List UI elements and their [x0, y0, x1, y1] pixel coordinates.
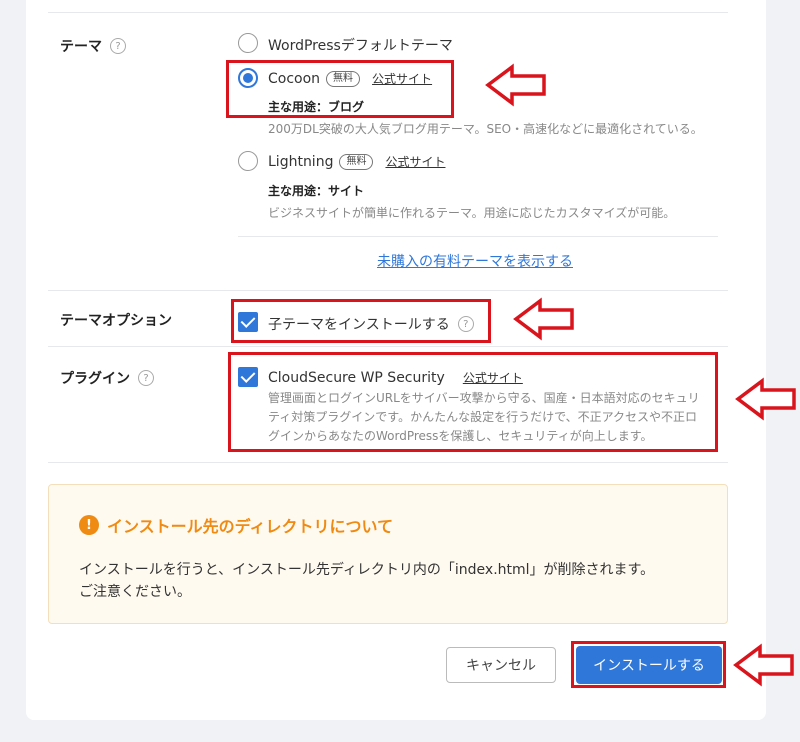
show-paid-themes-link[interactable]: 未購入の有料テーマを表示する	[377, 251, 573, 271]
highlight-box-install	[571, 641, 726, 688]
lightning-use-label: 主な用途：サイト	[268, 184, 365, 198]
option-lightning: Lightning 無料 公式サイト	[268, 153, 445, 170]
lightning-description: ビジネスサイトが簡単に作れるテーマ。用途に応じたカスタマイズが可能。	[268, 206, 676, 220]
notice-title: ! インストール先のディレクトリについて	[79, 513, 393, 537]
highlight-box-child-theme	[231, 299, 491, 343]
highlight-box-cocoon	[226, 60, 454, 118]
warning-icon: !	[79, 515, 99, 535]
divider-top	[48, 12, 728, 13]
install-directory-notice: ! インストール先のディレクトリについて インストールを行うと、インストール先デ…	[48, 484, 728, 624]
divider-theme-section	[48, 290, 728, 291]
theme-label: テーマ ?	[60, 36, 126, 56]
highlight-box-plugin	[228, 352, 718, 452]
option-name: WordPressデフォルトテーマ	[268, 38, 453, 54]
divider-plugin-section	[48, 462, 728, 463]
notice-body-line1: インストールを行うと、インストール先ディレクトリ内の「index.html」が削…	[79, 562, 655, 578]
plugin-label: プラグイン ?	[60, 368, 154, 388]
option-wordpress-default: WordPressデフォルトテーマ	[268, 35, 453, 55]
help-icon[interactable]: ?	[138, 370, 154, 386]
radio-wordpress-default[interactable]	[238, 33, 258, 53]
radio-lightning[interactable]	[238, 151, 258, 171]
plugin-label-text: プラグイン	[60, 371, 130, 387]
arrow-left-icon	[735, 377, 796, 421]
cocoon-description: 200万DL突破の大人気ブログ用テーマ。SEO・高速化などに最適化されている。	[268, 122, 703, 136]
notice-body-line2: ご注意ください。	[79, 584, 191, 600]
theme-option-label: テーマオプション	[60, 310, 172, 330]
arrow-left-icon	[733, 643, 794, 687]
theme-label-text: テーマ	[60, 39, 102, 55]
notice-body: インストールを行うと、インストール先ディレクトリ内の「index.html」が削…	[79, 559, 709, 603]
help-icon[interactable]: ?	[110, 38, 126, 54]
divider-theme-options	[238, 236, 718, 237]
divider-option-section	[48, 346, 728, 347]
arrow-left-icon	[485, 63, 546, 107]
free-badge: 無料	[339, 153, 374, 170]
arrow-left-icon	[513, 297, 574, 341]
cancel-button[interactable]: キャンセル	[446, 647, 556, 683]
official-site-link-lightning[interactable]: 公式サイト	[385, 153, 445, 170]
notice-title-text: インストール先のディレクトリについて	[107, 517, 394, 536]
theme-option-label-text: テーマオプション	[60, 313, 172, 329]
option-name: Lightning	[268, 153, 334, 170]
